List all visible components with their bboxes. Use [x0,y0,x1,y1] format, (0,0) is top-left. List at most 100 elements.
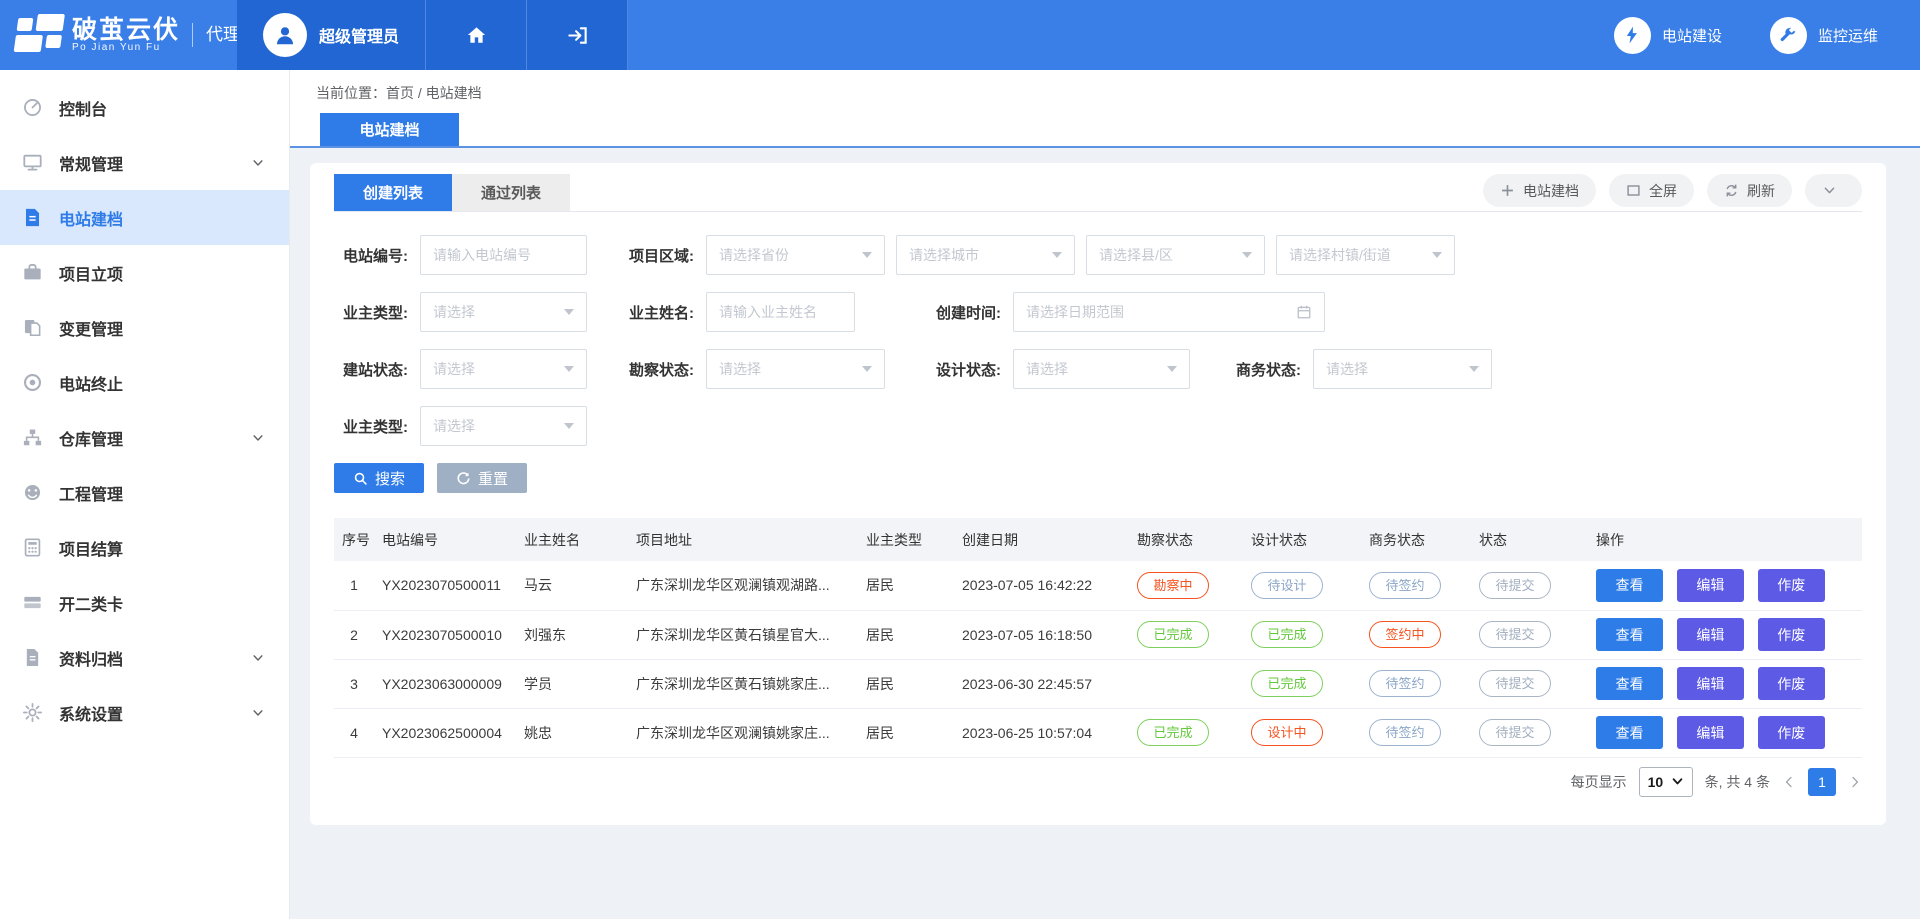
date-range-input[interactable]: 请选择日期范围 [1013,292,1325,332]
breadcrumb-home-link[interactable]: 首页 [386,85,414,101]
toolbar-button[interactable]: 全屏 [1609,174,1694,207]
cell-owner-type: 居民 [858,610,954,659]
table-header-cell: 设计状态 [1243,518,1361,561]
owner-type-select[interactable]: 请选择 [420,292,587,332]
sidebar-item[interactable]: 变更管理 [0,300,289,355]
province-select[interactable]: 请选择省份 [706,235,885,275]
toolbar-button[interactable] [1805,174,1862,207]
view-button[interactable]: 查看 [1596,716,1663,749]
status-badge: 待提交 [1479,670,1551,697]
next-page-button[interactable] [1848,775,1862,789]
region-label: 项目区域: [596,245,706,266]
cell-station-code: YX2023070500010 [374,610,516,659]
user-menu[interactable]: 超级管理员 [237,0,426,70]
sidebar-item[interactable]: 系统设置 [0,685,289,740]
filter-row-2: 业主类型: 请选择 业主姓名: 创建时间: 请选择日期范围 [334,292,1862,332]
cell-address: 广东深圳龙华区黄石镇星官大... [628,610,858,659]
sidebar-item[interactable]: 电站终止 [0,355,289,410]
owner-type-select-2[interactable]: 请选择 [420,406,587,446]
search-row: 搜索 重置 [334,463,1862,493]
fullscreen-icon [1626,183,1641,198]
sidebar-item[interactable]: 项目立项 [0,245,289,300]
filter-row-3: 建站状态: 请选择 勘察状态: 请选择 设计状态: 请选择 商务状态: [334,349,1862,389]
station-code-input[interactable] [420,235,587,275]
sidebar-item[interactable]: 仓库管理 [0,410,289,465]
business-status-badge: 待签约 [1369,670,1441,697]
top-nav-item[interactable]: 电站建设 [1614,17,1722,54]
document-icon [22,207,43,228]
filter-owner-name: 业主姓名: [596,292,855,332]
panel-tab[interactable]: 通过列表 [452,174,570,211]
calculator-icon [22,537,43,558]
cell-index: 4 [334,708,374,757]
cell-created: 2023-06-30 22:45:57 [954,659,1129,708]
top-nav-item[interactable]: 监控运维 [1770,17,1878,54]
design-status-select[interactable]: 请选择 [1013,349,1190,389]
void-button[interactable]: 作废 [1758,667,1825,700]
stop-circle-icon [22,372,43,393]
design-status-badge: 设计中 [1251,719,1323,746]
sidebar-item-label: 资料归档 [59,646,251,670]
town-select[interactable]: 请选择村镇/街道 [1276,235,1455,275]
cell-station-code: YX2023063000009 [374,659,516,708]
sidebar-item-label: 项目立项 [59,261,251,285]
sidebar-item-label: 工程管理 [59,481,251,505]
search-button[interactable]: 搜索 [334,463,424,493]
cell-owner-name: 学员 [516,659,628,708]
sidebar-item[interactable]: 电站建档 [0,190,289,245]
per-page-select[interactable]: 10 [1639,767,1693,797]
view-button[interactable]: 查看 [1596,667,1663,700]
sidebar-item[interactable]: 项目结算 [0,520,289,575]
cell-owner-name: 姚忠 [516,708,628,757]
toolbar-button[interactable]: 刷新 [1707,174,1792,207]
city-select[interactable]: 请选择城市 [896,235,1075,275]
home-button[interactable] [426,0,527,70]
build-status-select[interactable]: 请选择 [420,349,587,389]
county-select[interactable]: 请选择县/区 [1086,235,1265,275]
brand: 破茧云伏 Po Jian Yun Fu 代理端 [0,0,237,70]
copy-icon [22,317,43,338]
view-button[interactable]: 查看 [1596,618,1663,651]
caret-down-icon [862,366,872,372]
top-nav-label: 电站建设 [1662,25,1722,46]
view-button[interactable]: 查看 [1596,569,1663,602]
table-header-cell: 状态 [1471,518,1588,561]
owner-name-input[interactable] [706,292,855,332]
logout-button[interactable] [527,0,628,70]
sidebar-item[interactable]: 开二类卡 [0,575,289,630]
void-button[interactable]: 作废 [1758,716,1825,749]
pagination: 每页显示 10 条, 共 4 条 1 [334,767,1862,797]
sidebar-item-label: 系统设置 [59,701,251,725]
edit-button[interactable]: 编辑 [1677,667,1744,700]
business-status-badge: 签约中 [1369,621,1441,648]
void-button[interactable]: 作废 [1758,618,1825,651]
top-nav-label: 监控运维 [1818,25,1878,46]
caret-down-icon [1167,366,1177,372]
sidebar-item[interactable]: 工程管理 [0,465,289,520]
station-table: 序号电站编号业主姓名项目地址业主类型创建日期勘察状态设计状态商务状态状态操作 1… [334,518,1862,758]
page-tab[interactable]: 电站建档 [320,113,459,146]
list-panel: 创建列表 通过列表 电站建档 全屏 [310,163,1886,825]
page-number-current[interactable]: 1 [1808,768,1836,796]
business-status-select[interactable]: 请选择 [1313,349,1492,389]
survey-status-select[interactable]: 请选择 [706,349,885,389]
status-badge: 待提交 [1479,572,1551,599]
edit-button[interactable]: 编辑 [1677,716,1744,749]
cell-index: 1 [334,561,374,610]
void-button[interactable]: 作废 [1758,569,1825,602]
reset-button[interactable]: 重置 [437,463,527,493]
calendar-icon [1296,304,1312,320]
toolbar-button[interactable]: 电站建档 [1483,174,1596,207]
per-page-label: 每页显示 [1571,772,1627,792]
station-code-label: 电站编号: [334,245,420,266]
sidebar-item[interactable]: 常规管理 [0,135,289,190]
wrench-icon [1778,25,1798,45]
cell-owner-type: 居民 [858,561,954,610]
edit-button[interactable]: 编辑 [1677,569,1744,602]
cell-owner-type: 居民 [858,708,954,757]
edit-button[interactable]: 编辑 [1677,618,1744,651]
panel-tab[interactable]: 创建列表 [334,174,452,211]
prev-page-button[interactable] [1782,775,1796,789]
sidebar-item[interactable]: 资料归档 [0,630,289,685]
sidebar-item[interactable]: 控制台 [0,80,289,135]
